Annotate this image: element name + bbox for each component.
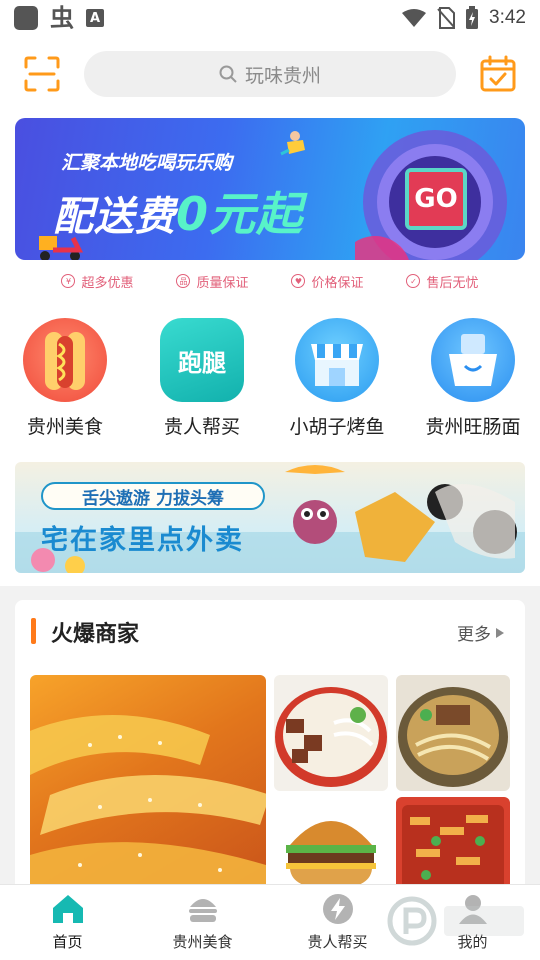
nav-guizhou-food[interactable]: 贵州美食	[135, 885, 270, 960]
nav-label: 首页	[52, 933, 83, 951]
guarantee-label: 超多优惠	[81, 275, 134, 291]
go-button[interactable]: GO	[405, 168, 467, 230]
merchant-image-beef-noodles[interactable]	[274, 675, 388, 791]
search-placeholder: 玩味贵州	[244, 64, 321, 87]
shield-icon: ✓	[406, 274, 421, 288]
more-label: 更多	[457, 625, 491, 645]
burger-icon	[188, 899, 217, 922]
category-wangchang-noodles[interactable]: 贵州旺肠面	[408, 318, 538, 439]
nav-home[interactable]: 首页	[0, 885, 135, 960]
store-icon	[295, 318, 379, 402]
hot-merchants-section: 火爆商家 更多	[0, 586, 540, 900]
home-icon	[52, 895, 83, 923]
category-errand-buy[interactable]: 跑腿 贵人帮买	[137, 318, 267, 439]
a-notification-icon: A	[86, 9, 104, 27]
scan-icon[interactable]	[22, 54, 62, 94]
guarantee-item: ✓ 售后无忧	[406, 268, 479, 294]
category-guizhou-food[interactable]: 贵州美食	[0, 318, 130, 439]
guarantee-label: 售后无忧	[426, 275, 479, 291]
delivery-fee-banner[interactable]: 汇聚本地吃喝玩乐购 配送费0元起 GO	[15, 118, 525, 260]
category-label: 小胡子烤鱼	[289, 416, 385, 438]
battery-charging-icon	[466, 6, 479, 29]
guarantee-item: 品 质量保证	[176, 268, 249, 294]
errand-icon: 跑腿	[160, 318, 244, 402]
search-input[interactable]: 玩味贵州	[84, 51, 456, 97]
section-accent-bar	[31, 618, 36, 644]
merchant-image-chicken[interactable]	[30, 675, 266, 900]
category-label: 贵人帮买	[163, 416, 240, 438]
guarantee-label: 价格保证	[311, 275, 364, 291]
top-bar: 玩味贵州	[0, 44, 540, 104]
hotdog-icon	[23, 318, 107, 402]
category-grilled-fish[interactable]: 小胡子烤鱼	[272, 318, 402, 439]
status-time: 3:42	[489, 7, 526, 28]
lightning-icon	[322, 894, 353, 924]
app-notification-icon	[14, 6, 38, 30]
guarantee-label: 质量保证	[196, 275, 249, 291]
quality-icon: 品	[176, 274, 191, 288]
box-icon	[431, 318, 515, 402]
calendar-check-icon[interactable]	[478, 54, 518, 94]
triangle-right-icon	[496, 627, 504, 638]
guarantee-item: ¥ 超多优惠	[61, 268, 134, 294]
no-sim-icon	[437, 7, 456, 29]
yen-icon: ¥	[61, 274, 76, 288]
category-label: 贵州美食	[26, 416, 103, 438]
scooter-illustration	[39, 236, 84, 260]
category-label: 贵州旺肠面	[425, 416, 521, 438]
promo-slogan: 舌尖遨游 力拔头筹	[41, 482, 265, 510]
section-title: 火爆商家	[51, 622, 140, 647]
flying-person-illustration	[280, 131, 305, 156]
banner-title-highlight: 0元起	[176, 187, 304, 241]
banner-subtitle: 汇聚本地吃喝玩乐购	[61, 152, 233, 174]
bug-notification-icon: 虫	[50, 4, 74, 32]
search-icon	[219, 65, 237, 83]
promo-title: 宅在家里点外卖	[41, 525, 244, 556]
status-bar: 虫 A 3:42	[0, 0, 540, 36]
merchant-image-noodle-soup[interactable]	[396, 675, 510, 791]
guarantee-item: ♥ 价格保证	[291, 268, 364, 294]
nav-label: 贵人帮买	[307, 933, 368, 951]
watermark-logo	[387, 896, 524, 946]
guarantee-strip: ¥ 超多优惠 品 质量保证 ♥ 价格保证 ✓ 售后无忧	[0, 268, 540, 294]
hot-merchants-card: 火爆商家 更多	[15, 600, 525, 900]
more-link[interactable]: 更多	[457, 620, 505, 645]
errand-icon-text: 跑腿	[178, 348, 226, 377]
heart-icon: ♥	[291, 274, 306, 288]
wifi-icon	[402, 9, 427, 27]
nav-label: 贵州美食	[172, 933, 233, 951]
takeout-promo-banner[interactable]: 舌尖遨游 力拔头筹 宅在家里点外卖	[15, 462, 525, 573]
category-grid: 贵州美食 跑腿 贵人帮买 小胡子烤鱼 贵州旺肠面	[0, 318, 540, 448]
